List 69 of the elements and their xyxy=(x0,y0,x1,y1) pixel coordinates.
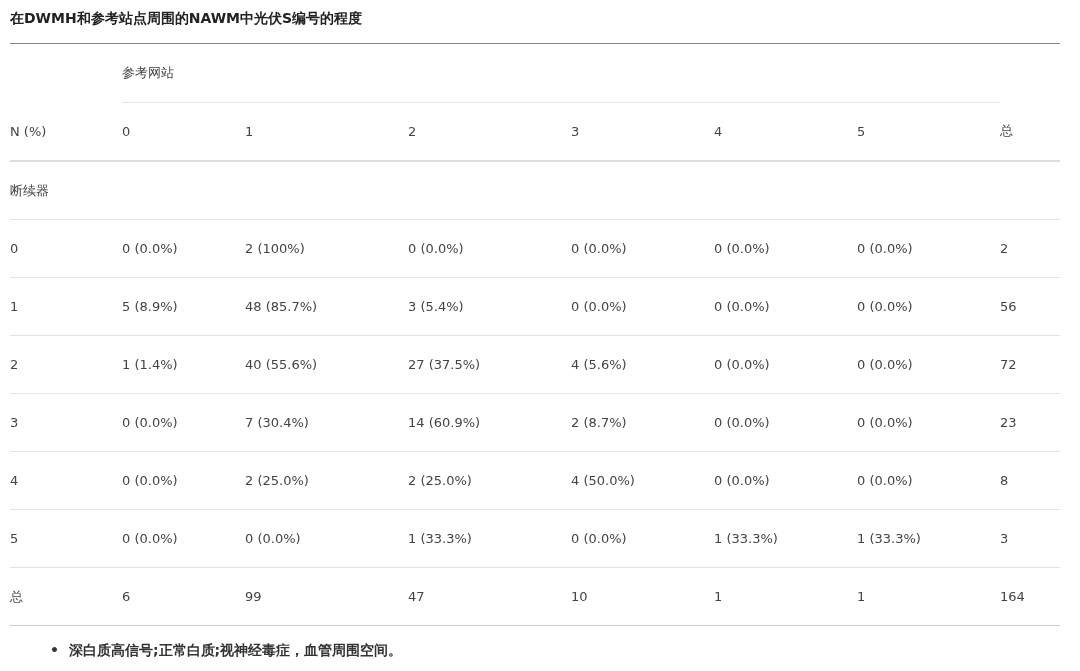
table-cell: 2 (100%) xyxy=(245,219,408,278)
table-cell: 164 xyxy=(1000,567,1061,626)
table-cell: 99 xyxy=(245,567,408,626)
table-cell: 3 (5.4%) xyxy=(408,277,571,336)
column-header: 4 xyxy=(714,102,857,161)
table-cell: 总 xyxy=(10,567,122,626)
table-cell: 1 (33.3%) xyxy=(408,509,571,568)
table-cell: 1 (33.3%) xyxy=(857,509,1001,568)
table-cell: 0 (0.0%) xyxy=(714,277,857,336)
table-cell: 2 xyxy=(1000,219,1061,278)
table-cell: 0 xyxy=(10,219,122,278)
table-cell: 0 (0.0%) xyxy=(857,451,1001,510)
table-cell: 0 (0.0%) xyxy=(571,509,714,568)
table-cell: 0 (0.0%) xyxy=(714,393,857,452)
table-cell: 1 xyxy=(857,567,1001,626)
column-header: N (%) xyxy=(10,102,122,161)
table-cell: 0 (0.0%) xyxy=(714,451,857,510)
table-cell: 0 (0.0%) xyxy=(122,219,245,278)
table-cell: 0 (0.0%) xyxy=(857,277,1001,336)
table-cell: 72 xyxy=(1000,335,1061,394)
column-header: 3 xyxy=(571,102,714,161)
table-cell: 2 (25.0%) xyxy=(408,451,571,510)
table-cell: 0 (0.0%) xyxy=(122,393,245,452)
table-cell: 3 xyxy=(1000,509,1061,568)
table-cell: 0 (0.0%) xyxy=(571,219,714,278)
table-cell: 0 (0.0%) xyxy=(408,219,571,278)
table-cell: 23 xyxy=(1000,393,1061,452)
table-cell: 0 (0.0%) xyxy=(714,335,857,394)
table-cell: 0 (0.0%) xyxy=(857,219,1001,278)
table-cell: 5 xyxy=(10,509,122,568)
footnote: 深白质高信号;正常白质;视神经毒症，血管周围空间。 xyxy=(68,641,403,660)
table-cell: 0 (0.0%) xyxy=(714,219,857,278)
table-cell: 1 xyxy=(10,277,122,336)
section-label: 断续器 xyxy=(10,161,1061,220)
table-cell: 27 (37.5%) xyxy=(408,335,571,394)
table-cell: 8 xyxy=(1000,451,1061,510)
table-cell: 48 (85.7%) xyxy=(245,277,408,336)
bullet: • xyxy=(50,641,59,660)
table-cell: 0 (0.0%) xyxy=(571,277,714,336)
column-header: 1 xyxy=(245,102,408,161)
table-cell: 1 (1.4%) xyxy=(122,335,245,394)
column-header: 5 xyxy=(857,102,1001,161)
table-cell: 56 xyxy=(1000,277,1061,336)
table-cell: 6 xyxy=(122,567,245,626)
table-cell: 14 (60.9%) xyxy=(408,393,571,452)
table-cell: 0 (0.0%) xyxy=(857,335,1001,394)
column-header: 总 xyxy=(1000,102,1061,161)
table-cell: 2 xyxy=(10,335,122,394)
table-cell: 1 (33.3%) xyxy=(714,509,857,568)
table-cell: 47 xyxy=(408,567,571,626)
table-cell: 4 (50.0%) xyxy=(571,451,714,510)
table-cell: 5 (8.9%) xyxy=(122,277,245,336)
table-cell: 2 (8.7%) xyxy=(571,393,714,452)
table-cell: 3 xyxy=(10,393,122,452)
table-cell: 0 (0.0%) xyxy=(122,509,245,568)
table-cell: 10 xyxy=(571,567,714,626)
table-cell: 4 xyxy=(10,451,122,510)
table-cell: 0 (0.0%) xyxy=(857,393,1001,452)
table-cell: 7 (30.4%) xyxy=(245,393,408,452)
column-header: 0 xyxy=(122,102,245,161)
table-cell: 0 (0.0%) xyxy=(245,509,408,568)
table-cell: 2 (25.0%) xyxy=(245,451,408,510)
column-group-header: 参考网站 xyxy=(122,44,1001,103)
table-title: 在DWMH和参考站点周围的NAWM中光伏S编号的程度 xyxy=(10,8,1060,44)
column-header: 2 xyxy=(408,102,571,161)
table-cell: 0 (0.0%) xyxy=(122,451,245,510)
table-cell: 4 (5.6%) xyxy=(571,335,714,394)
table-cell: 1 xyxy=(714,567,857,626)
table-cell: 40 (55.6%) xyxy=(245,335,408,394)
